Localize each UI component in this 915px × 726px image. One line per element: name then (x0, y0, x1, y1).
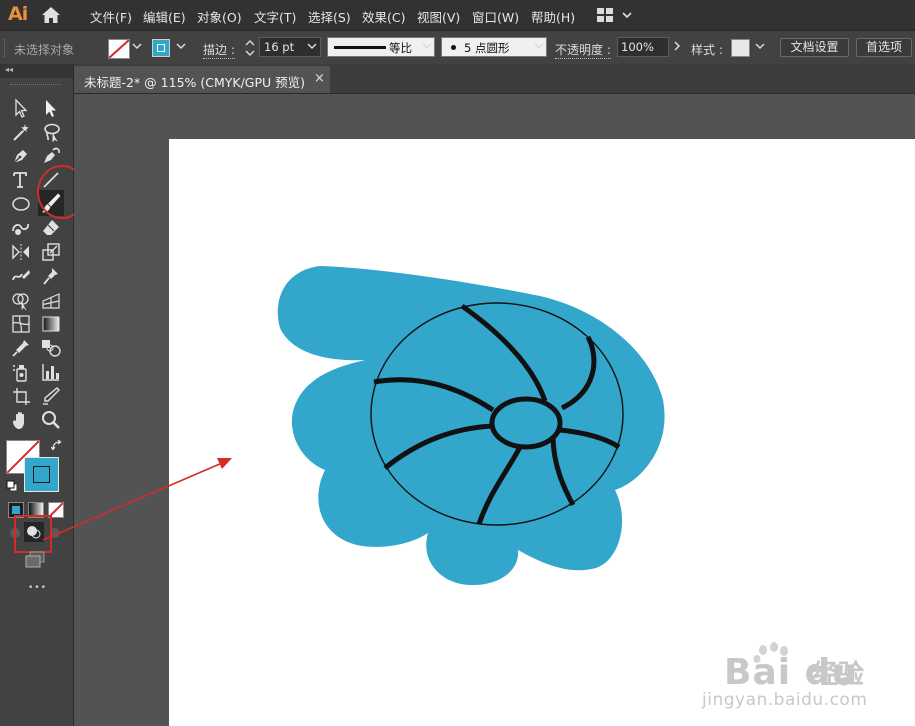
artwork-layer (42, 266, 665, 586)
watermark-brand-cn: 经验 (812, 660, 865, 690)
watermark-url: jingyan.baidu.com (702, 690, 868, 710)
annotation-arrow (42, 458, 232, 541)
